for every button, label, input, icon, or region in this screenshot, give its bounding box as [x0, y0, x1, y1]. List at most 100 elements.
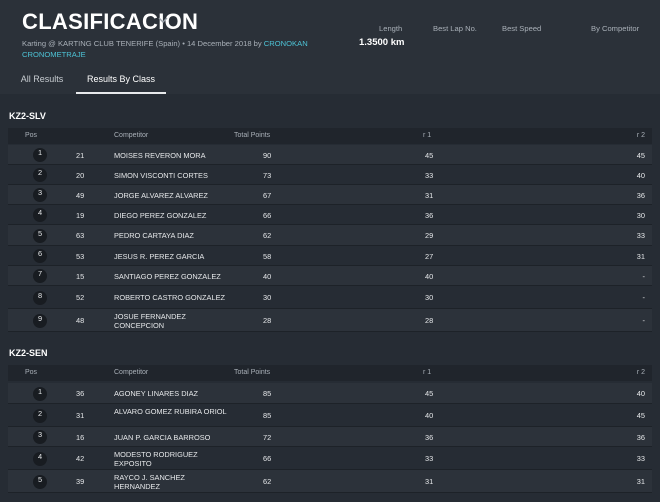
table-row[interactable]: 4 42 MODESTO RODRIGUEZ EXPOSITO 66 33 33 — [8, 447, 652, 470]
round-2-points: - — [642, 272, 645, 281]
total-points: 62 — [263, 477, 272, 486]
col-total-points: Total Points — [234, 369, 271, 376]
active-tab-indicator — [76, 92, 166, 94]
col-r1: r 1 — [423, 132, 432, 139]
round-1-points: 28 — [425, 316, 434, 325]
round-2-points: - — [642, 293, 645, 302]
round-1-points: 27 — [425, 252, 434, 261]
round-1-points: 33 — [425, 454, 434, 463]
event-subtitle: Karting @ KARTING CLUB TENERIFE (Spain) … — [22, 38, 322, 60]
competitor-name[interactable]: SIMON VISCONTI CORTES — [114, 171, 229, 180]
chevron-down-icon[interactable] — [157, 14, 169, 26]
class-title-kz2-sen: KZ2-SEN — [9, 348, 48, 358]
competitor-name[interactable]: JOSUE FERNANDEZ CONCEPCION — [114, 312, 229, 330]
position-badge: 6 — [33, 249, 47, 263]
competitor-name[interactable]: JESUS R. PEREZ GARCIA — [114, 252, 229, 261]
table-row[interactable]: 5 63 PEDRO CARTAYA DIAZ 62 29 33 — [8, 225, 652, 246]
round-1-points: 31 — [425, 477, 434, 486]
position-badge: 4 — [33, 452, 47, 466]
table-row[interactable]: 1 21 MOISES REVERON MORA 90 45 45 — [8, 145, 652, 165]
position-badge: 1 — [33, 387, 47, 401]
competitor-name[interactable]: DIEGO PEREZ GONZALEZ — [114, 211, 229, 220]
kart-number: 49 — [76, 191, 85, 200]
table-row[interactable]: 7 15 SANTIAGO PEREZ GONZALEZ 40 40 - — [8, 266, 652, 286]
position-badge: 5 — [33, 229, 47, 243]
total-points: 90 — [263, 151, 272, 160]
best-speed-label: Best Speed — [502, 24, 542, 33]
event-info: Karting @ KARTING CLUB TENERIFE (Spain) … — [22, 39, 264, 48]
kart-number: 19 — [76, 211, 85, 220]
round-2-points: 30 — [636, 211, 645, 220]
position-badge: 4 — [33, 208, 47, 222]
round-2-points: 36 — [636, 191, 645, 200]
kart-number: 15 — [76, 272, 85, 281]
class-title-kz2-slv: KZ2-SLV — [9, 111, 46, 121]
col-competitor: Competitor — [114, 369, 149, 376]
kart-number: 63 — [76, 231, 85, 240]
competitor-name[interactable]: PEDRO CARTAYA DIAZ — [114, 231, 229, 240]
table-row[interactable]: 3 16 JUAN P. GARCIA BARROSO 72 36 36 — [8, 427, 652, 447]
total-points: 30 — [263, 293, 272, 302]
round-2-points: 33 — [636, 231, 645, 240]
competitor-name[interactable]: MODESTO RODRIGUEZ EXPOSITO — [114, 450, 229, 468]
table-header: Pos Competitor Total Points r 1 r 2 — [8, 128, 652, 144]
round-1-points: 29 — [425, 231, 434, 240]
competitor-name[interactable]: RAYCO J. SANCHEZ HERNANDEZ — [114, 473, 229, 491]
table-row[interactable]: 1 36 AGONEY LINARES DIAZ 85 45 40 — [8, 383, 652, 404]
position-badge: 2 — [33, 168, 47, 182]
round-2-points: 40 — [636, 171, 645, 180]
round-2-points: 45 — [636, 411, 645, 420]
competitor-name[interactable]: SANTIAGO PEREZ GONZALEZ — [114, 272, 229, 281]
round-1-points: 36 — [425, 433, 434, 442]
col-pos: Pos — [25, 369, 38, 376]
competitor-name[interactable]: MOISES REVERON MORA — [114, 151, 229, 160]
kart-number: 20 — [76, 171, 85, 180]
competitor-name[interactable]: JUAN P. GARCIA BARROSO — [114, 433, 229, 442]
total-points: 73 — [263, 171, 272, 180]
total-points: 40 — [263, 272, 272, 281]
table-row[interactable]: 8 52 ROBERTO CASTRO GONZALEZ 30 30 - — [8, 286, 652, 309]
round-2-points: - — [642, 316, 645, 325]
round-2-points: 31 — [636, 252, 645, 261]
table-row[interactable]: 3 49 JORGE ALVAREZ ALVAREZ 67 31 36 — [8, 185, 652, 205]
table-row[interactable]: 5 39 RAYCO J. SANCHEZ HERNANDEZ 62 31 31 — [8, 470, 652, 493]
position-badge: 7 — [33, 269, 47, 283]
round-1-points: 30 — [425, 293, 434, 302]
table-row[interactable]: 2 20 SIMON VISCONTI CORTES 73 33 40 — [8, 165, 652, 185]
table-row[interactable]: 2 31 ALVARO GOMEZ RUBIRA ORIOL 85 40 45 — [8, 404, 652, 427]
table-row[interactable]: 4 19 DIEGO PEREZ GONZALEZ 66 36 30 — [8, 205, 652, 225]
competitor-name[interactable]: JORGE ALVAREZ ALVAREZ — [114, 191, 229, 200]
total-points: 85 — [263, 411, 272, 420]
best-lap-label: Best Lap No. — [433, 24, 477, 33]
round-2-points: 40 — [636, 389, 645, 398]
round-1-points: 31 — [425, 191, 434, 200]
table-row[interactable]: 9 48 JOSUE FERNANDEZ CONCEPCION 28 28 - — [8, 309, 652, 332]
round-1-points: 45 — [425, 151, 434, 160]
length-label: Length — [379, 24, 403, 33]
competitor-name[interactable]: AGONEY LINARES DIAZ — [114, 389, 229, 398]
competitor-name[interactable]: ROBERTO CASTRO GONZALEZ — [114, 293, 229, 302]
position-badge: 3 — [33, 430, 47, 444]
total-points: 28 — [263, 316, 272, 325]
col-pos: Pos — [25, 132, 38, 139]
tab-all-results[interactable]: All Results — [8, 64, 76, 94]
kart-number: 21 — [76, 151, 85, 160]
round-2-points: 31 — [636, 477, 645, 486]
round-1-points: 45 — [425, 389, 434, 398]
round-1-points: 40 — [425, 411, 434, 420]
kart-number: 16 — [76, 433, 85, 442]
total-points: 67 — [263, 191, 272, 200]
tab-results-by-class[interactable]: Results By Class — [76, 64, 166, 94]
round-1-points: 36 — [425, 211, 434, 220]
position-badge: 5 — [33, 475, 47, 489]
table-row[interactable]: 6 53 JESUS R. PEREZ GARCIA 58 27 31 — [8, 246, 652, 266]
total-points: 66 — [263, 211, 272, 220]
col-r2: r 2 — [636, 369, 645, 376]
kart-number: 53 — [76, 252, 85, 261]
kart-number: 36 — [76, 389, 85, 398]
col-r2: r 2 — [636, 132, 645, 139]
col-total-points: Total Points — [234, 132, 271, 139]
col-competitor: Competitor — [114, 132, 149, 139]
competitor-name[interactable]: ALVARO GOMEZ RUBIRA ORIOL — [114, 407, 229, 416]
tab-bar: All Results Results By Class — [0, 64, 660, 94]
